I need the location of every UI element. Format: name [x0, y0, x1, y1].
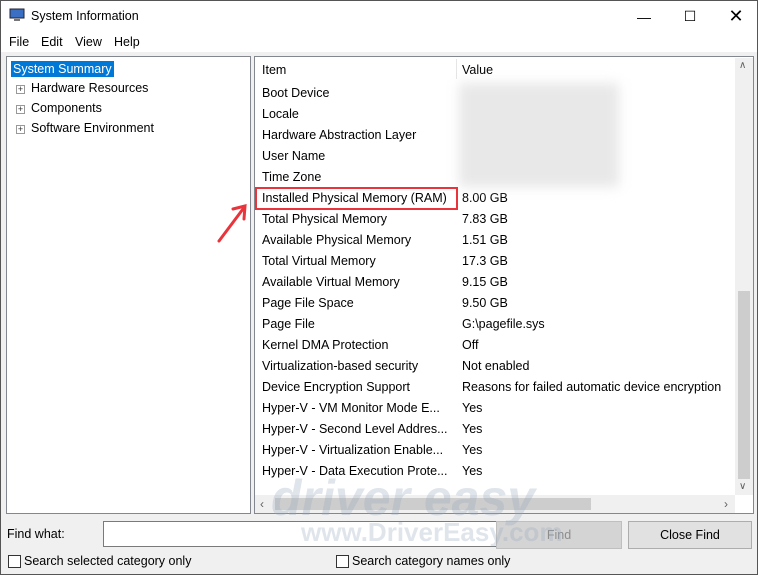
- row-item: Kernel DMA Protection: [262, 338, 389, 352]
- search-selected-category-checkbox[interactable]: [8, 555, 21, 568]
- scroll-left-icon[interactable]: ‹: [260, 497, 264, 511]
- row-item: Page File: [262, 317, 315, 331]
- row-item: Locale: [262, 107, 299, 121]
- column-header-value[interactable]: Value: [462, 63, 493, 77]
- tree-item-components[interactable]: Components: [31, 101, 102, 115]
- tree-item-system-summary[interactable]: System Summary: [11, 61, 114, 77]
- find-input[interactable]: [103, 521, 519, 547]
- table-row[interactable]: Total Physical Memory 7.83 GB: [262, 209, 742, 230]
- row-item: Hardware Abstraction Layer: [262, 128, 417, 142]
- row-item: Virtualization-based security: [262, 359, 419, 373]
- row-item: Device Encryption Support: [262, 380, 410, 394]
- search-selected-category-label: Search selected category only: [24, 554, 192, 568]
- column-divider[interactable]: [456, 59, 457, 79]
- row-value: G:\pagefile.sys: [462, 317, 545, 331]
- system-information-icon: [9, 8, 25, 21]
- row-item: Page File Space: [262, 296, 354, 310]
- tree-item-software-environment[interactable]: Software Environment: [31, 121, 154, 135]
- row-value: 1.51 GB: [462, 233, 508, 247]
- table-row[interactable]: Page File G:\pagefile.sys: [262, 314, 742, 335]
- menu-file[interactable]: File: [9, 35, 29, 49]
- window-title: System Information: [31, 9, 139, 23]
- row-value: Yes: [462, 443, 483, 457]
- row-value: Yes: [462, 422, 483, 436]
- find-label: Find what:: [7, 527, 65, 541]
- row-value: Off: [462, 338, 479, 352]
- menu-edit[interactable]: Edit: [41, 35, 63, 49]
- category-tree: System Summary + Hardware Resources + Co…: [6, 56, 251, 514]
- table-row[interactable]: Hyper-V - VM Monitor Mode E... Yes: [262, 398, 742, 419]
- scroll-right-icon[interactable]: ›: [724, 497, 728, 511]
- red-arrow-icon: [217, 204, 247, 243]
- highlight-box: [255, 187, 458, 210]
- row-value: 7.83 GB: [462, 212, 508, 226]
- expand-icon[interactable]: +: [16, 125, 25, 134]
- row-item: User Name: [262, 149, 326, 163]
- row-value: Reasons for failed automatic device encr…: [462, 380, 722, 394]
- column-header-item[interactable]: Item: [262, 63, 286, 77]
- close-button[interactable]: ✕: [713, 1, 758, 32]
- table-row[interactable]: Device Encryption Support Reasons for fai…: [262, 377, 742, 398]
- menu-help[interactable]: Help: [114, 35, 140, 49]
- scroll-down-icon[interactable]: ∨: [739, 481, 746, 492]
- row-item: Boot Device: [262, 86, 330, 100]
- menu-view[interactable]: View: [75, 35, 102, 49]
- row-item: Hyper-V - Data Execution Prote...: [262, 464, 448, 478]
- row-item: Hyper-V - Second Level Addres...: [262, 422, 448, 436]
- row-value: Yes: [462, 401, 483, 415]
- row-item: Available Physical Memory: [262, 233, 412, 247]
- table-row[interactable]: Kernel DMA Protection Off: [262, 335, 742, 356]
- row-value: 8.00 GB: [462, 191, 508, 205]
- table-row[interactable]: Virtualization-based security Not enabled: [262, 356, 742, 377]
- table-row[interactable]: Hyper-V - Data Execution Prote... Yes: [262, 461, 742, 482]
- row-value: 9.15 GB: [462, 275, 508, 289]
- table-row[interactable]: Hyper-V - Virtualization Enable... Yes: [262, 440, 742, 461]
- search-category-names-label: Search category names only: [352, 554, 511, 568]
- maximize-button[interactable]: ☐: [667, 1, 713, 32]
- minimize-button[interactable]: —: [621, 1, 667, 32]
- row-value: 9.50 GB: [462, 296, 508, 310]
- row-item: Time Zone: [262, 170, 322, 184]
- table-row[interactable]: Total Virtual Memory 17.3 GB: [262, 251, 742, 272]
- row-item: Total Virtual Memory: [262, 254, 376, 268]
- blurred-values: [459, 83, 619, 187]
- details-list: Item Value Boot Device Locale Hardware Abs…: [254, 56, 754, 514]
- table-row[interactable]: Available Virtual Memory 9.15 GB: [262, 272, 742, 293]
- expand-icon[interactable]: +: [16, 85, 25, 94]
- row-item: Hyper-V - VM Monitor Mode E...: [262, 401, 440, 415]
- row-item: Available Virtual Memory: [262, 275, 400, 289]
- horizontal-scroll-thumb[interactable]: [275, 498, 591, 510]
- row-value: Yes: [462, 464, 483, 478]
- row-value: 17.3 GB: [462, 254, 508, 268]
- list-header: Item Value: [255, 57, 735, 81]
- table-row[interactable]: Hyper-V - Second Level Addres... Yes: [262, 419, 742, 440]
- row-item: Total Physical Memory: [262, 212, 388, 226]
- tree-item-hardware-resources[interactable]: Hardware Resources: [31, 81, 148, 95]
- row-value: Not enabled: [462, 359, 530, 373]
- search-category-names-checkbox[interactable]: [336, 555, 349, 568]
- table-row[interactable]: Page File Space 9.50 GB: [262, 293, 742, 314]
- expand-icon[interactable]: +: [16, 105, 25, 114]
- vertical-scroll-thumb[interactable]: [738, 291, 750, 479]
- row-item: Hyper-V - Virtualization Enable...: [262, 443, 444, 457]
- table-row[interactable]: Available Physical Memory 1.51 GB: [262, 230, 742, 251]
- scroll-up-icon[interactable]: ∧: [739, 60, 746, 71]
- close-find-button[interactable]: Close Find: [628, 521, 752, 549]
- find-button[interactable]: Find: [496, 521, 622, 549]
